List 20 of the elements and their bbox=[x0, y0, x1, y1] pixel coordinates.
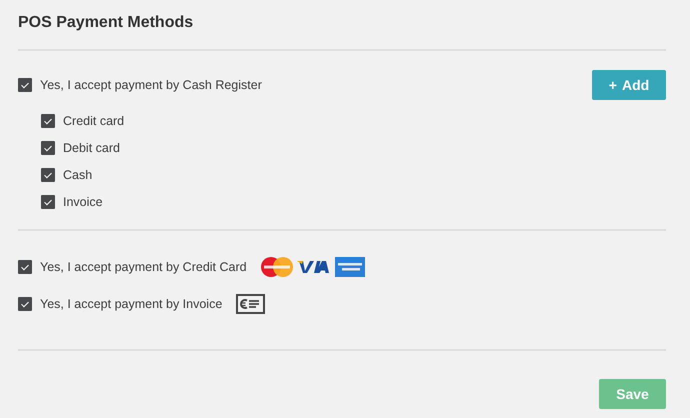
mastercard-logo-icon bbox=[260, 256, 293, 276]
checkbox[interactable] bbox=[41, 114, 55, 128]
invoice-icon bbox=[236, 294, 266, 314]
add-button[interactable]: + Add bbox=[592, 70, 666, 100]
checkbox[interactable] bbox=[41, 168, 55, 182]
checkbox[interactable] bbox=[41, 140, 55, 154]
amex-logo-icon bbox=[334, 256, 365, 276]
checkbox[interactable] bbox=[18, 260, 32, 274]
save-button[interactable]: Save bbox=[599, 379, 666, 409]
page-title: POS Payment Methods bbox=[18, 13, 194, 33]
checkbox[interactable] bbox=[18, 78, 32, 92]
option-label: Cash bbox=[63, 168, 92, 182]
option-label: Debit card bbox=[63, 140, 120, 154]
option-label: Yes, I accept payment by Credit Card bbox=[40, 260, 247, 274]
option-label: Yes, I accept payment by Invoice bbox=[40, 296, 222, 310]
checkbox[interactable] bbox=[18, 296, 32, 310]
option-label: Yes, I accept payment by Cash Register bbox=[40, 78, 262, 92]
option-label: Invoice bbox=[63, 194, 103, 208]
checkbox[interactable] bbox=[41, 194, 55, 208]
option-label: Credit card bbox=[63, 114, 124, 128]
